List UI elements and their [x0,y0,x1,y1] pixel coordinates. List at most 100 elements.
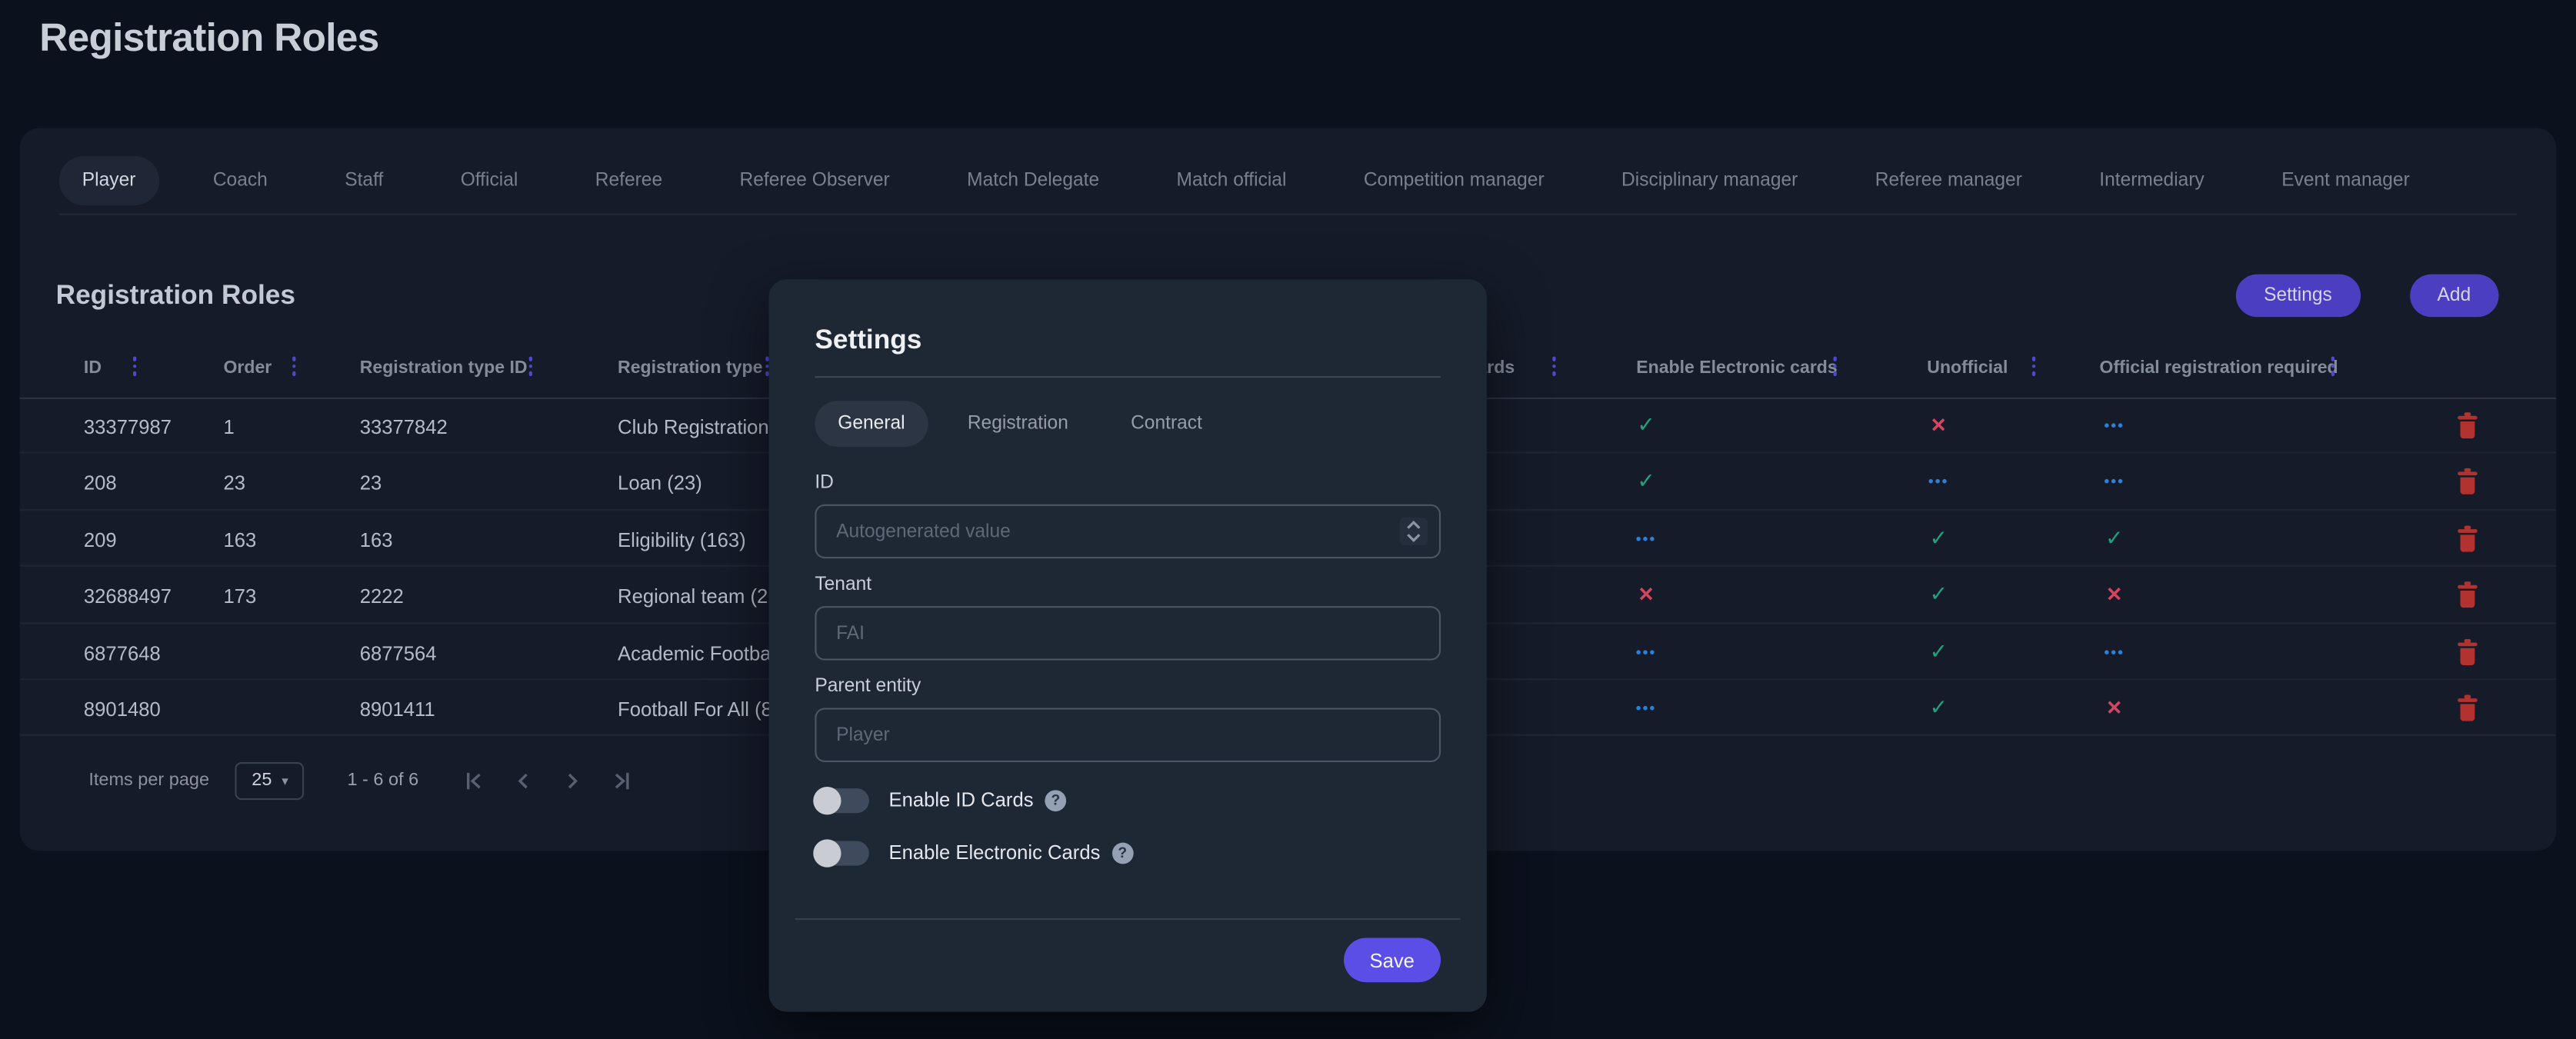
trash-icon [2456,525,2479,551]
cell-enable-electronic-cards-dots-icon: ••• [1626,624,1665,680]
settings-modal: Settings GeneralRegistrationContract ID … [769,279,1487,1012]
modal-tab-registration[interactable]: Registration [945,401,1091,447]
cell-id: 33377987 [84,415,172,438]
pagination: Items per page 25 ▾ 1 - 6 of 6 [88,755,638,804]
modal-tab-general[interactable]: General [815,401,928,447]
tenant-field-group: Tenant [815,575,1441,661]
page-size-select[interactable]: 25 ▾ [235,761,305,799]
tab-referee-manager[interactable]: Referee manager [1852,156,2045,205]
parent-entity-field-group: Parent entity [815,677,1441,762]
tab-event-manager[interactable]: Event manager [2258,156,2432,205]
cell-official-registration-required-cross-icon: ✕ [2094,680,2134,736]
page-size-value: 25 [252,771,272,791]
cell-official-registration-required-check-icon: ✓ [2094,511,2134,567]
cell-order: 163 [223,528,256,551]
modal-tabs: General Registration Contract [815,401,1241,447]
chevron-left-icon [513,770,535,791]
cell-registration-type: Eligibility (163) [618,528,746,551]
column-header-official-registration-required: Official registration required [2100,358,2338,378]
cell-registration-type-id: 8901411 [360,698,435,721]
page-title: Registration Roles [39,16,378,62]
cell-order: 23 [223,472,245,495]
add-button[interactable]: Add [2409,275,2498,318]
first-page-icon [464,770,485,791]
cell-official-registration-required-cross-icon: ✕ [2094,567,2134,623]
cell-unofficial-dots-icon: ••• [1919,454,1958,510]
cell-registration-type: Regional team (222 [618,585,790,608]
modal-title-divider [815,376,1441,378]
tab-staff[interactable]: Staff [322,156,406,205]
cell-unofficial-cross-icon: ✕ [1919,398,1958,454]
cell-order: 1 [223,415,234,438]
modal-title: Settings [815,325,921,357]
tab-official[interactable]: Official [438,156,541,205]
settings-button[interactable]: Settings [2236,275,2360,318]
cell-registration-type-id: 23 [360,472,382,495]
next-page-button[interactable] [557,764,590,797]
registration-roles-page: Registration Roles Player Coach Staff Offic… [0,0,2576,1039]
number-stepper[interactable] [1400,518,1428,545]
cell-id: 209 [84,528,117,551]
column-menu-icon[interactable] [1546,353,1562,379]
cell-id: 6877648 [84,641,161,664]
delete-row-button[interactable] [2453,525,2482,554]
tab-referee[interactable]: Referee [572,156,685,205]
cell-id: 208 [84,472,117,495]
tab-competition-manager[interactable]: Competition manager [1341,156,1568,205]
cell-unofficial-check-icon: ✓ [1919,624,1958,680]
save-button[interactable]: Save [1343,938,1441,983]
last-page-button[interactable] [606,764,639,797]
tab-match-official[interactable]: Match official [1154,156,1310,205]
cell-registration-type-id: 33377842 [360,415,448,438]
cell-enable-electronic-cards-check-icon: ✓ [1626,454,1665,510]
cell-registration-type-id: 6877564 [360,641,437,664]
id-field[interactable] [815,505,1441,558]
enable-electronic-cards-row: Enable Electronic Cards ? [815,838,1133,867]
tab-coach[interactable]: Coach [190,156,291,205]
first-page-button[interactable] [458,764,491,797]
delete-row-button[interactable] [2453,469,2482,498]
tab-player[interactable]: Player [59,156,158,205]
delete-row-button[interactable] [2453,581,2482,611]
column-menu-icon[interactable] [522,353,538,379]
trash-icon [2456,469,2479,495]
column-header-unofficial: Unofficial [1927,358,2008,378]
chevron-down-icon [1406,532,1421,542]
tab-referee-observer[interactable]: Referee Observer [717,156,913,205]
enable-electronic-cards-label: Enable Electronic Cards [888,841,1100,864]
cell-registration-type: Football For All (890 [618,698,794,721]
column-menu-icon[interactable] [2025,353,2041,379]
cell-order: 173 [223,585,256,608]
previous-page-button[interactable] [508,764,541,797]
column-menu-icon[interactable] [1827,353,1843,379]
toggle-knob [813,786,841,814]
id-field-label: ID [815,473,1441,493]
section-title: Registration Roles [56,281,295,312]
tab-intermediary[interactable]: Intermediary [2076,156,2227,205]
cell-unofficial-check-icon: ✓ [1919,567,1958,623]
pagination-range: 1 - 6 of 6 [347,771,418,791]
trash-icon [2456,638,2479,664]
help-icon[interactable]: ? [1045,789,1066,811]
column-menu-icon[interactable] [2324,353,2341,379]
cell-registration-type-id: 2222 [360,585,404,608]
tab-match-delegate[interactable]: Match Delegate [944,156,1122,205]
enable-electronic-cards-toggle[interactable] [815,840,868,864]
column-header-enable-electronic-cards: Enable Electronic cards [1636,358,1837,378]
delete-row-button[interactable] [2453,694,2482,724]
cell-registration-type-id: 163 [360,528,393,551]
cell-enable-electronic-cards-cross-icon: ✕ [1626,567,1665,623]
last-page-icon [612,770,633,791]
tab-disciplinary-manager[interactable]: Disciplinary manager [1598,156,1821,205]
delete-row-button[interactable] [2453,638,2482,668]
column-menu-icon[interactable] [126,353,142,379]
delete-row-button[interactable] [2453,412,2482,441]
modal-tab-contract[interactable]: Contract [1108,401,1225,447]
toggle-knob [813,838,841,866]
tenant-field[interactable] [815,606,1441,660]
enable-id-cards-toggle[interactable] [815,788,868,812]
parent-entity-field[interactable] [815,708,1441,762]
column-header-order: Order [223,358,272,378]
column-menu-icon[interactable] [286,353,302,379]
help-icon[interactable]: ? [1111,842,1133,864]
